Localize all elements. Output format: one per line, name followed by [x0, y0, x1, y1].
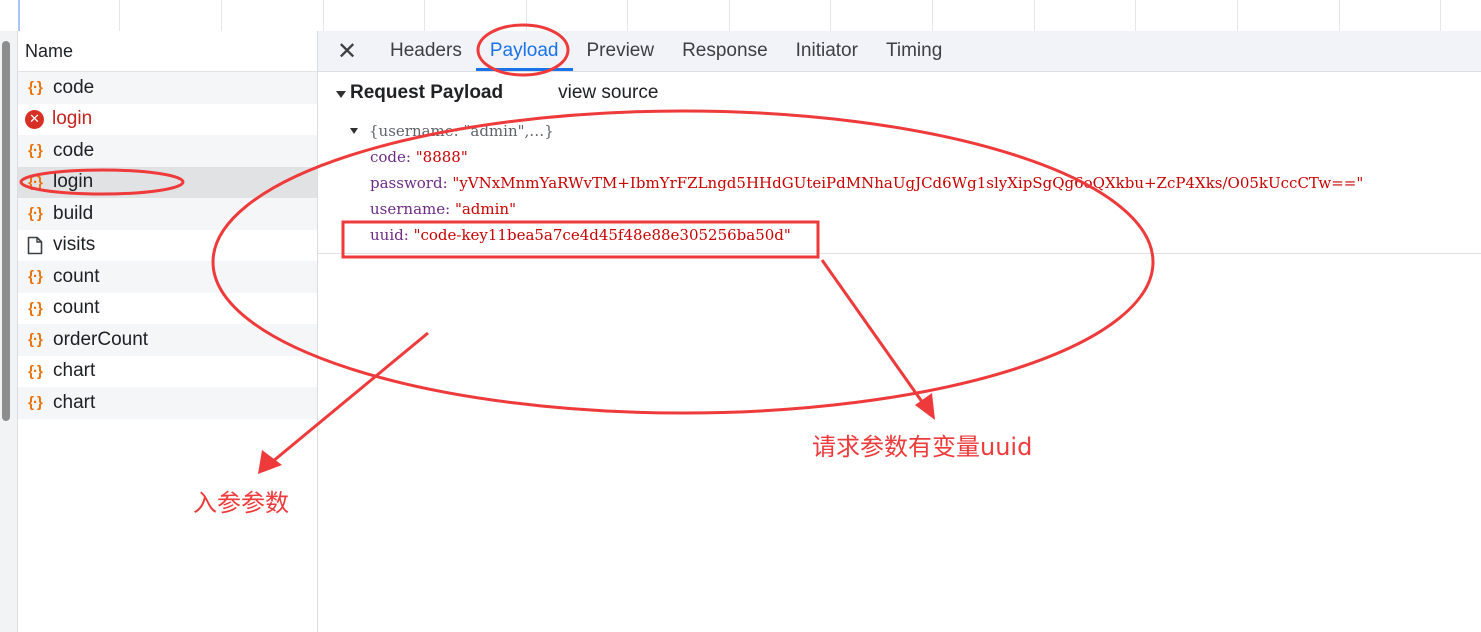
timeline-gridline: [627, 0, 628, 31]
tab-preview[interactable]: Preview: [573, 31, 669, 71]
view-source-link[interactable]: view source: [558, 82, 658, 104]
timeline-gridline: [1339, 0, 1340, 31]
key-separator: :: [405, 148, 416, 166]
property-value: "yVNxMnmYaRWvTM+IbmYrFZLngd5HHdGUteiPdMN…: [452, 174, 1364, 192]
property-key: password: [370, 174, 443, 192]
payload-property: code: "8888": [350, 144, 1363, 170]
tab-response[interactable]: Response: [668, 31, 782, 71]
property-key: code: [370, 148, 406, 166]
key-separator: :: [445, 200, 455, 218]
timeline-gridline: [830, 0, 831, 31]
payload-property: password: "yVNxMnmYaRWvTM+IbmYrFZLngd5HH…: [350, 170, 1363, 196]
request-row[interactable]: {·} code: [18, 135, 317, 167]
request-name: code: [53, 139, 95, 161]
request-payload-header[interactable]: Request Payload view source: [336, 82, 658, 104]
timeline-gridline: [1034, 0, 1035, 31]
property-value: "code-key11bea5a7ce4d45f48e88e305256ba50…: [413, 226, 791, 244]
request-name: chart: [53, 360, 96, 382]
arrow-line-right: [820, 259, 927, 407]
timeline-gridline: [1440, 0, 1441, 31]
request-row[interactable]: ✕ login: [18, 104, 317, 136]
request-row[interactable]: {·} count: [18, 261, 317, 293]
annotation-note-uuid-variable: 请求参数有变量uuid: [812, 433, 1033, 461]
timeline-gridline: [729, 0, 730, 31]
property-value: "admin": [454, 200, 516, 218]
expand-triangle-icon[interactable]: [350, 128, 358, 134]
request-name: chart: [53, 391, 96, 413]
request-name: login: [53, 171, 94, 193]
timeline-marker: [18, 0, 20, 31]
request-name: build: [53, 202, 94, 224]
payload-tree: {username: "admin",…} code: "8888" passw…: [350, 118, 1363, 248]
payload-property: username: "admin": [350, 196, 1363, 222]
arrow-head-right: [915, 393, 935, 420]
name-column-header[interactable]: Name: [18, 31, 317, 72]
request-name: orderCount: [53, 328, 149, 350]
scrollbar-thumb[interactable]: [2, 41, 10, 421]
timeline-gridline: [424, 0, 425, 31]
fetch-icon: {·}: [28, 79, 43, 97]
request-name: visits: [53, 234, 96, 256]
annotation-note-input-params: 入参参数: [193, 489, 289, 517]
request-name: login: [52, 108, 93, 130]
fetch-icon: {·}: [28, 268, 43, 286]
key-separator: :: [442, 174, 453, 192]
payload-property: uuid: "code-key11bea5a7ce4d45f48e88e3052…: [350, 222, 1363, 248]
fetch-icon: {·}: [28, 362, 43, 380]
request-name: count: [53, 265, 100, 287]
key-separator: :: [403, 226, 414, 244]
tab-initiator[interactable]: Initiator: [782, 31, 872, 71]
fetch-icon: {·}: [28, 142, 43, 160]
section-title: Request Payload: [350, 82, 504, 103]
fetch-icon: {·}: [28, 299, 43, 317]
expand-triangle-icon[interactable]: [336, 90, 346, 98]
timeline-gridline: [1135, 0, 1136, 31]
request-rows: {·} code ✕ login {·} code {·} login {·} …: [18, 72, 317, 419]
request-row-selected[interactable]: {·} login: [18, 166, 317, 198]
request-row[interactable]: {·} orderCount: [18, 324, 317, 356]
timeline-gridline: [1237, 0, 1238, 31]
property-value: "8888": [415, 148, 468, 166]
fetch-icon: {·}: [28, 331, 43, 349]
property-key: uuid: [370, 226, 404, 244]
timeline-gridline: [526, 0, 527, 31]
object-preview: {username: "admin",…}: [369, 122, 554, 140]
scrollbar-track[interactable]: [0, 31, 18, 632]
tab-timing[interactable]: Timing: [872, 31, 956, 71]
request-row[interactable]: {·} count: [18, 293, 317, 325]
timeline-overview[interactable]: [0, 0, 1481, 32]
fetch-icon: {·}: [28, 173, 43, 191]
tab-payload[interactable]: Payload: [475, 31, 573, 71]
close-icon[interactable]: ✕: [318, 31, 376, 71]
fetch-icon: {·}: [28, 394, 43, 412]
request-row[interactable]: {·} chart: [18, 387, 317, 419]
request-name: count: [53, 297, 100, 319]
timeline-gridline: [323, 0, 324, 31]
timeline-gridline: [119, 0, 120, 31]
request-list: Name {·} code ✕ login {·} code {·} login…: [18, 31, 318, 632]
request-name: code: [53, 76, 95, 98]
request-row[interactable]: {·} chart: [18, 356, 317, 388]
error-icon: ✕: [25, 109, 44, 129]
timeline-gridline: [932, 0, 933, 31]
tab-headers[interactable]: Headers: [376, 31, 476, 71]
request-row[interactable]: {·} build: [18, 198, 317, 230]
document-icon: [25, 235, 45, 255]
property-key: username: [370, 200, 446, 218]
timeline-gridline: [221, 0, 222, 31]
request-row[interactable]: visits: [18, 230, 317, 262]
payload-object-summary[interactable]: {username: "admin",…}: [350, 118, 1363, 144]
pane-divider: [318, 253, 1481, 254]
request-row[interactable]: {·} code: [18, 72, 317, 104]
fetch-icon: {·}: [28, 205, 43, 223]
details-tab-bar: ✕ Headers Payload Preview Response Initi…: [318, 31, 1481, 72]
